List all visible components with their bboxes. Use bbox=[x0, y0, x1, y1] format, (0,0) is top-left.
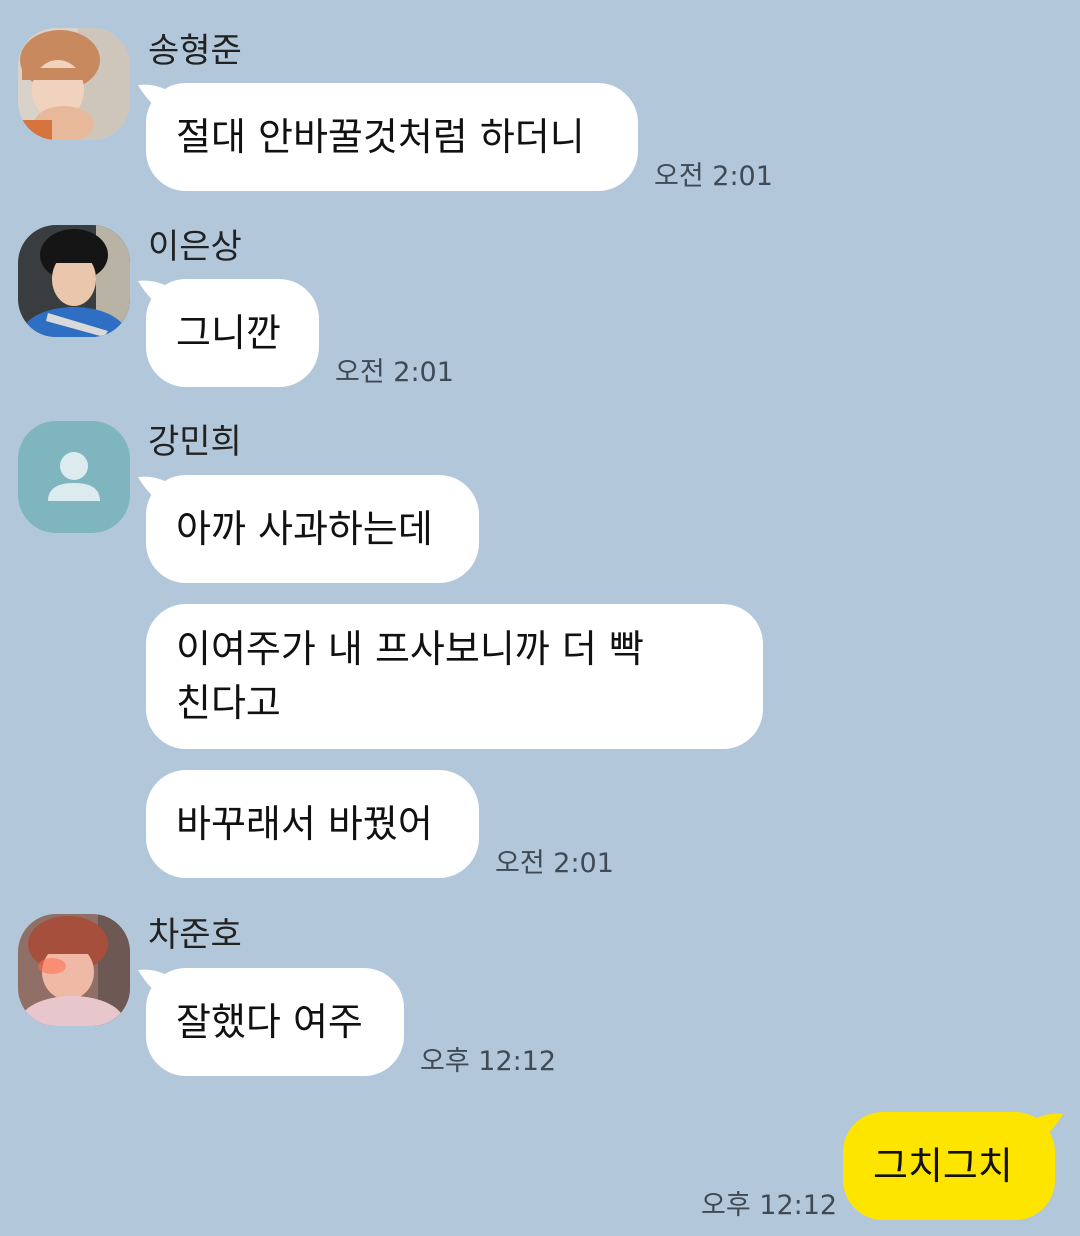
message-text: 아까 사과하는데 bbox=[176, 507, 433, 551]
message-bubble[interactable]: 아까 사과하는데 bbox=[138, 475, 479, 583]
sender-name: 강민희 bbox=[148, 422, 242, 462]
message-timestamp: 오전 2:01 bbox=[335, 357, 454, 388]
message-timestamp: 오전 2:01 bbox=[654, 161, 773, 192]
message-timestamp: 오후 12:12 bbox=[701, 1190, 838, 1221]
bubble-tail bbox=[138, 476, 172, 509]
message-timestamp: 오전 2:01 bbox=[495, 848, 614, 879]
sender-name: 차준호 bbox=[148, 915, 242, 955]
message-bubble[interactable]: 그니깐 bbox=[138, 279, 319, 387]
bubble-tail bbox=[138, 280, 172, 313]
message-bubble[interactable]: 바꾸래서 바꿨어 bbox=[146, 770, 479, 878]
avatar-cha-junho[interactable] bbox=[18, 914, 130, 1026]
message-text: 그치그치 bbox=[873, 1144, 1013, 1188]
profile-photo bbox=[18, 225, 130, 337]
bubble-tail bbox=[1029, 1113, 1063, 1146]
profile-photo bbox=[18, 914, 130, 1026]
message-text: 이여주가 내 프사보니까 더 빡친다고 bbox=[176, 627, 644, 725]
avatar-lee-eunsang[interactable] bbox=[18, 225, 130, 337]
message-text: 잘했다 여주 bbox=[176, 1000, 363, 1044]
sender-name: 이은상 bbox=[148, 227, 242, 267]
message-bubble[interactable]: 잘했다 여주 bbox=[138, 968, 404, 1076]
avatar-kang-minhui[interactable] bbox=[18, 421, 130, 533]
message-bubble[interactable]: 절대 안바꿀것처럼 하더니 bbox=[138, 83, 638, 191]
message-text: 바꾸래서 바꿨어 bbox=[176, 802, 433, 846]
message-text: 그니깐 bbox=[176, 311, 281, 355]
bubble-tail bbox=[138, 84, 172, 117]
message-text: 절대 안바꿀것처럼 하더니 bbox=[176, 115, 585, 159]
default-user-icon bbox=[48, 452, 100, 501]
message-timestamp: 오후 12:12 bbox=[420, 1046, 557, 1077]
profile-photo bbox=[18, 28, 130, 140]
avatar-song-hyeongjun[interactable] bbox=[18, 28, 130, 140]
bubble-tail bbox=[138, 969, 172, 1002]
my-message-bubble[interactable]: 그치그치 bbox=[843, 1112, 1063, 1220]
message-bubble[interactable]: 이여주가 내 프사보니까 더 빡친다고 bbox=[146, 604, 763, 749]
sender-name: 송형준 bbox=[148, 31, 242, 71]
